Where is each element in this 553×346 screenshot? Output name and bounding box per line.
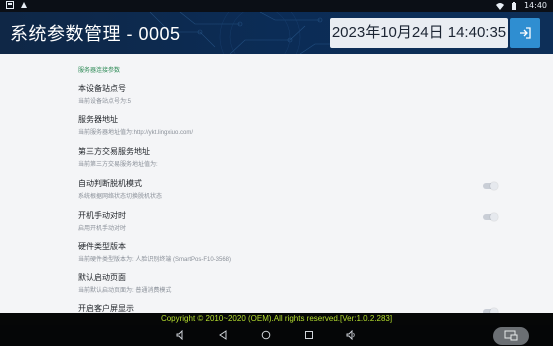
setting-label: 开机手动对时 [78, 211, 126, 220]
page-title: 系统参数管理 - 0005 [10, 24, 181, 44]
setting-item-third-party-service[interactable]: 第三方交易服务地址 当前第三方交易服务地址值为: [78, 146, 508, 168]
settings-list: 服务器连接参数 本设备站点号 当前设备站点号为:5 服务器地址 当前服务器地址值… [0, 54, 553, 316]
setting-description: 当前服务器地址值为:http://ykt.lingxiuo.com/ [78, 130, 194, 136]
setting-item-hardware-version[interactable]: 硬件类型版本 当前硬件类型版本为: 人脸识别终端 (SmartPos-F10-3… [78, 241, 508, 263]
setting-item-default-start-page[interactable]: 默认启动页面 当前默认启动页面为: 普通消费模式 [78, 272, 508, 294]
navigation-bar [0, 325, 553, 346]
status-time: 14:40 [523, 1, 547, 10]
copyright-footer: Copyright © 2010~2020 (OEM).All rights r… [0, 313, 553, 325]
setting-description: 当前设备站点号为:5 [78, 99, 132, 105]
setting-label: 自动判断脱机模式 [78, 179, 142, 188]
setting-label: 第三方交易服务地址 [78, 147, 150, 156]
setting-description: 系统根据网络状态切换脱机状态 [78, 194, 163, 200]
app-icon [21, 2, 27, 8]
setting-label: 本设备站点号 [78, 84, 126, 93]
setting-item-station-number[interactable]: 本设备站点号 当前设备站点号为:5 [78, 83, 508, 105]
toggle-knob [490, 213, 498, 221]
setting-item-server-address[interactable]: 服务器地址 当前服务器地址值为:http://ykt.lingxiuo.com/ [78, 114, 508, 136]
floating-window-icon [504, 330, 518, 341]
home-icon[interactable] [261, 330, 271, 340]
auto-offline-toggle[interactable] [483, 182, 498, 190]
status-bar: 14:40 [0, 0, 553, 12]
exit-icon [520, 27, 531, 39]
setting-item-auto-offline-mode[interactable]: 自动判断脱机模式 系统根据网络状态切换脱机状态 [78, 178, 508, 200]
back-icon[interactable] [218, 330, 228, 340]
setting-description: 当前硬件类型版本为: 人脸识别终端 (SmartPos-F10-3568) [78, 257, 232, 263]
recents-icon[interactable] [304, 330, 314, 340]
setting-label: 默认启动页面 [78, 273, 126, 282]
setting-description: 当前第三方交易服务地址值为: [78, 162, 158, 168]
setting-label: 硬件类型版本 [78, 242, 126, 251]
battery-icon [511, 1, 516, 10]
setting-label: 服务器地址 [78, 115, 118, 124]
setting-item-manual-time-sync[interactable]: 开机手动对时 启用开机手动对时 [78, 210, 508, 232]
volume-down-icon[interactable] [176, 330, 186, 340]
setting-description: 当前默认启动页面为: 普通消费模式 [78, 288, 172, 294]
datetime-display: 2023年10月24日 14:40:35 [330, 18, 508, 48]
floating-window-button[interactable] [493, 327, 529, 345]
section-title: 服务器连接参数 [78, 68, 121, 74]
header-bar: 系统参数管理 - 0005 2023年10月24日 14:40:35 [0, 12, 553, 54]
exit-button[interactable] [510, 18, 540, 48]
toggle-knob [490, 182, 498, 190]
volume-up-icon[interactable] [346, 330, 356, 340]
notification-square-icon [6, 1, 14, 9]
wifi-icon [495, 2, 504, 10]
setting-description: 启用开机手动对时 [78, 226, 127, 232]
manual-time-sync-toggle[interactable] [483, 213, 498, 221]
